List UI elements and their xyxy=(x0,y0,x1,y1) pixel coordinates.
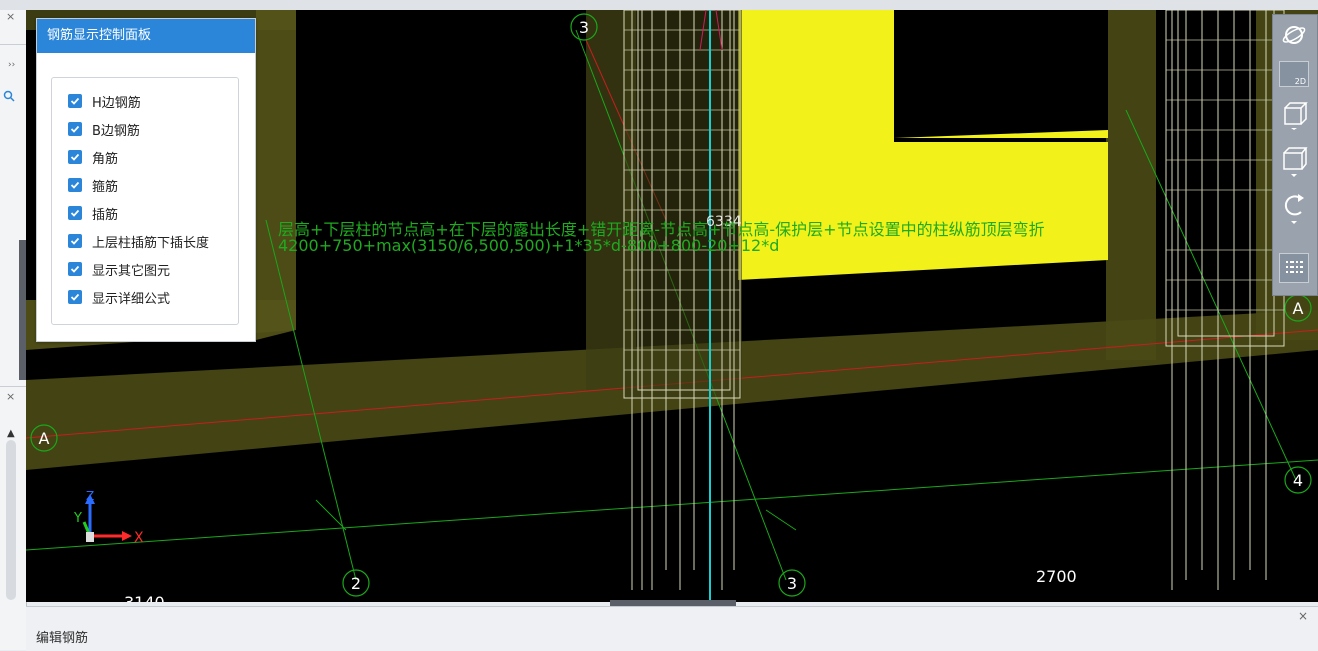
option-label: B边钢筋 xyxy=(92,123,140,139)
option-label: 显示详细公式 xyxy=(92,291,171,307)
option-upper-dowel-length[interactable]: 上层柱插筋下插长度 xyxy=(68,232,210,251)
option-label: 箍筋 xyxy=(92,179,119,195)
layer-list-icon[interactable] xyxy=(1279,253,1309,283)
grid-label: 4 xyxy=(1293,471,1303,490)
expand-icon[interactable]: ›› xyxy=(8,60,15,70)
grid-label: 3 xyxy=(579,18,589,37)
option-corner-rebar[interactable]: 角筋 xyxy=(68,148,119,167)
scroll-up-icon[interactable]: ▲ xyxy=(7,428,15,439)
box-view-icon[interactable] xyxy=(1279,147,1309,177)
view-2d-button[interactable]: 2D xyxy=(1279,61,1309,87)
grid-label: 3 xyxy=(787,574,797,593)
checkbox-checked-icon[interactable] xyxy=(68,94,82,108)
rotate-icon[interactable] xyxy=(1279,193,1309,224)
left-dock-strip: × ›› × ▲ xyxy=(0,10,27,650)
view-toolbar: 2D xyxy=(1272,14,1318,296)
checkbox-checked-icon[interactable] xyxy=(68,234,82,248)
grid-label: A xyxy=(1293,299,1304,318)
option-label: 角筋 xyxy=(92,151,119,167)
option-label: 插筋 xyxy=(92,207,119,223)
checkbox-checked-icon[interactable] xyxy=(68,150,82,164)
checkbox-checked-icon[interactable] xyxy=(68,122,82,136)
close-icon[interactable]: × xyxy=(6,10,15,23)
panel-title: 编辑钢筋 xyxy=(36,631,89,646)
axis-z-label: Z xyxy=(86,489,94,503)
divider xyxy=(0,386,26,387)
option-show-other-elements[interactable]: 显示其它图元 xyxy=(68,260,171,279)
option-b-side-rebar[interactable]: B边钢筋 xyxy=(68,120,140,139)
grid-label: A xyxy=(39,429,50,448)
option-stirrup[interactable]: 箍筋 xyxy=(68,176,119,195)
checkbox-checked-icon[interactable] xyxy=(68,178,82,192)
option-h-side-rebar[interactable]: H边钢筋 xyxy=(68,92,141,111)
checkbox-checked-icon[interactable] xyxy=(68,262,82,276)
axis-y-label: Y xyxy=(73,511,82,526)
2d-label: 2D xyxy=(1294,77,1306,86)
search-icon[interactable] xyxy=(3,90,15,102)
formula-expression: 4200+750+max(3150/6,500,500)+1*35*d-800+… xyxy=(278,236,780,255)
option-dowel[interactable]: 插筋 xyxy=(68,204,119,223)
view-cube-icon[interactable] xyxy=(1279,101,1309,130)
axis-x-label: X xyxy=(134,530,144,546)
scrollbar[interactable] xyxy=(6,440,16,600)
grid-label: 2 xyxy=(351,574,361,593)
option-label: H边钢筋 xyxy=(92,95,141,111)
dimension-label: 3140 xyxy=(124,593,165,602)
axis-triad: X Z Y xyxy=(73,489,144,546)
panel-title: 钢筋显示控制面板 xyxy=(37,19,255,53)
edit-rebar-panel: × 编辑钢筋 xyxy=(26,606,1318,651)
splitter-handle[interactable] xyxy=(19,240,26,380)
close-icon[interactable]: × xyxy=(1298,609,1308,623)
option-label: 显示其它图元 xyxy=(92,263,171,279)
rebar-display-control-panel: 钢筋显示控制面板 H边钢筋 B边钢筋 角筋 箍筋 插筋 上层柱插筋下插长度 显示… xyxy=(36,18,256,342)
close-icon[interactable]: × xyxy=(6,390,15,403)
dimension-label: 2700 xyxy=(1036,567,1077,586)
checkbox-checked-icon[interactable] xyxy=(68,206,82,220)
option-show-detailed-formula[interactable]: 显示详细公式 xyxy=(68,288,171,307)
options-group: H边钢筋 B边钢筋 角筋 箍筋 插筋 上层柱插筋下插长度 显示其它图元 显示详细… xyxy=(51,77,239,325)
checkbox-checked-icon[interactable] xyxy=(68,290,82,304)
orbit-icon[interactable] xyxy=(1279,21,1309,49)
divider xyxy=(0,44,26,45)
option-label: 上层柱插筋下插长度 xyxy=(92,235,210,251)
